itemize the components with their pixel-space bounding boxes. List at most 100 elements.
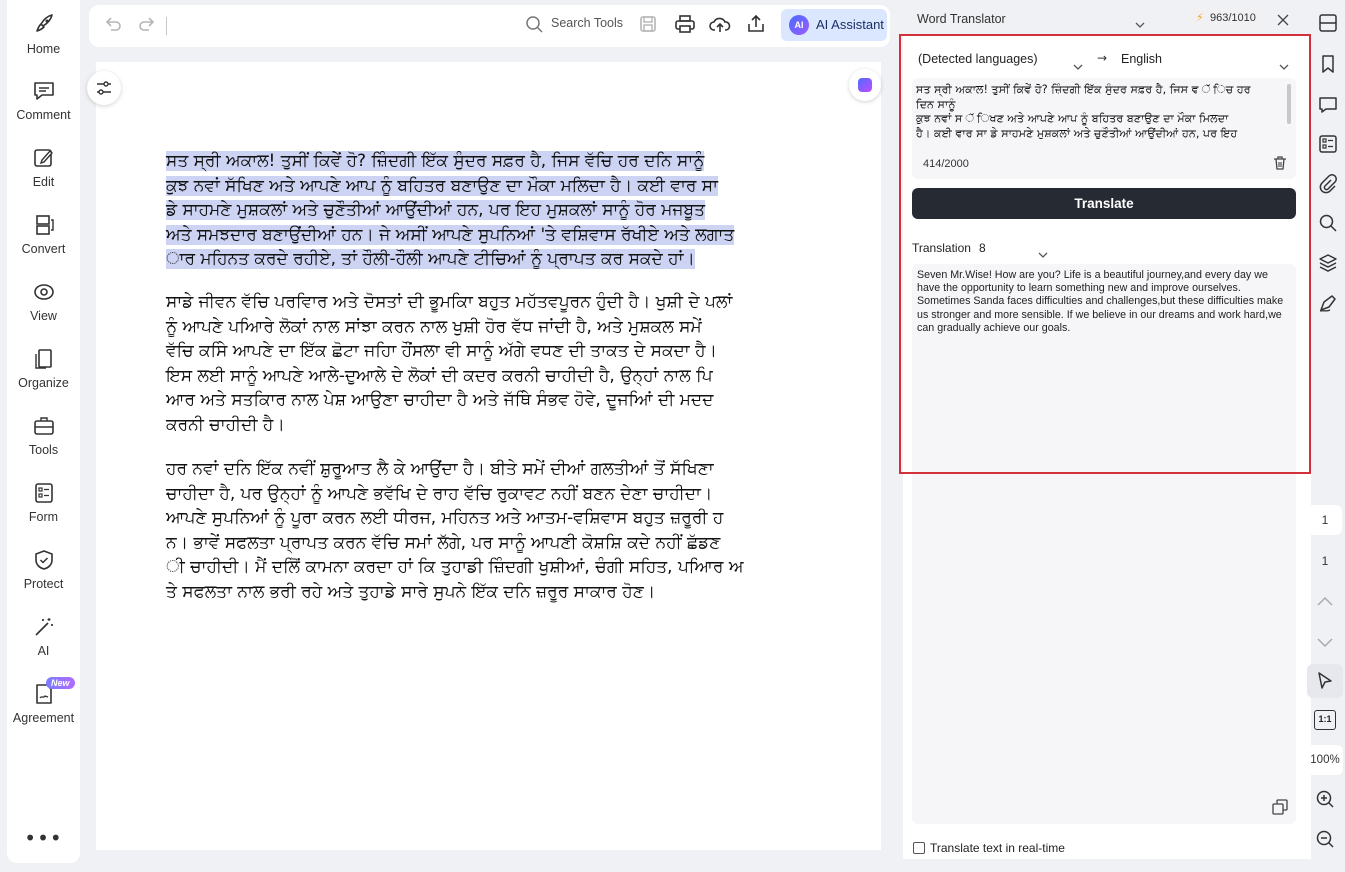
toolbox-icon — [33, 417, 54, 435]
print-icon[interactable] — [674, 14, 696, 38]
filter-settings-button[interactable] — [87, 71, 121, 105]
nav-tools[interactable]: Tools — [7, 415, 80, 457]
top-toolbar: Search Tools AI AI Assistant — [89, 5, 890, 47]
paragraph-1-text: ਸਤ ਸ੍ਰੀ ਅਕਾਲ! ਤੁਸੀਂ ਕਿਵੇਂ ਹੋ? ਜ਼ਿੰਦਗੀ ਇੱ… — [166, 151, 735, 269]
comment-panel-icon[interactable] — [1315, 92, 1341, 118]
zoom-level[interactable]: 100% — [1307, 745, 1343, 775]
close-icon[interactable] — [1277, 11, 1289, 30]
eye-icon — [33, 284, 54, 300]
rocket-icon — [35, 14, 53, 32]
edit-icon — [33, 149, 53, 167]
translation-option-chevron-icon[interactable] — [1038, 244, 1048, 263]
bookmark-icon[interactable] — [1315, 51, 1341, 77]
source-text-box[interactable]: ਸਤ ਸ੍ਰੀ ਅਕਾਲ! ਤੁਸੀਂ ਕਿਵੇਂ ਹੋ? ਜ਼ਿੰਦਗੀ ਇੱ… — [912, 78, 1296, 179]
current-page-input[interactable]: 1 — [1308, 505, 1342, 535]
ai-assistant-icon: AI — [789, 15, 809, 35]
paragraph-1-highlighted[interactable]: ਸਤ ਸ੍ਰੀ ਅਕਾਲ! ਤੁਸੀਂ ਕਿਵੇਂ ਹੋ? ਜ਼ਿੰਦਗੀ ਇੱ… — [166, 149, 832, 272]
target-language-chevron-icon[interactable] — [1279, 56, 1289, 75]
select-tool-button[interactable] — [1307, 664, 1343, 698]
translation-option-select[interactable]: 8 — [979, 241, 986, 255]
save-icon[interactable] — [638, 14, 658, 38]
ai-assistant-button[interactable]: AI AI Assistant — [781, 9, 887, 41]
nav-form[interactable]: Form — [7, 482, 80, 524]
zoom-in-icon[interactable] — [1315, 789, 1335, 813]
more-options-icon[interactable]: ••• — [7, 826, 80, 850]
convert-icon — [35, 215, 54, 235]
realtime-toggle[interactable]: Translate text in real-time — [913, 841, 1065, 855]
page-up-icon[interactable] — [1316, 592, 1334, 611]
trash-icon[interactable] — [1272, 155, 1288, 175]
nav-ai-label: AI — [37, 644, 50, 658]
translation-label: Translation — [912, 241, 971, 255]
cursor-icon — [1318, 672, 1332, 689]
source-scrollbar[interactable] — [1287, 84, 1291, 124]
nav-organize-label: Organize — [18, 376, 69, 390]
toolbar-divider — [166, 17, 167, 35]
nav-edit-label: Edit — [32, 175, 55, 189]
nav-ai[interactable]: AI — [7, 616, 80, 658]
credits-badge: ⚡ 963/1010 — [1188, 8, 1267, 30]
redo-icon[interactable] — [137, 14, 157, 38]
nav-comment[interactable]: Comment — [7, 80, 80, 122]
nav-organize[interactable]: Organize — [7, 348, 80, 390]
nav-home-label: Home — [26, 42, 61, 56]
translation-text: Seven Mr.Wise! How are you? Life is a be… — [917, 269, 1284, 334]
zoom-out-icon[interactable] — [1315, 829, 1335, 853]
copy-icon[interactable] — [1272, 799, 1288, 819]
document-page: ਸਤ ਸ੍ਰੀ ਅਕਾਲ! ਤੁਸੀਂ ਕਿਵੇਂ ਹੋ? ਜ਼ਿੰਦਗੀ ਇੱ… — [87, 62, 881, 850]
nav-view-label: View — [30, 309, 57, 323]
nav-convert[interactable]: Convert — [7, 214, 80, 256]
ai-assistant-label: AI Assistant — [816, 17, 884, 32]
source-text[interactable]: ਸਤ ਸ੍ਰੀ ਅਕਾਲ! ਤੁਸੀਂ ਕਿਵੇਂ ਹੋ? ਜ਼ਿੰਦਗੀ ਇੱ… — [916, 83, 1276, 147]
search-panel-icon[interactable] — [1315, 210, 1341, 236]
new-badge: New — [46, 677, 75, 689]
comment-icon — [33, 82, 54, 100]
lightning-icon: ⚡ — [1196, 11, 1204, 24]
panel-tool-select[interactable]: Word Translator — [917, 12, 1006, 26]
nav-edit[interactable]: Edit — [7, 147, 80, 189]
ai-sparkle-icon — [858, 78, 872, 92]
shield-icon — [34, 550, 53, 570]
paragraph-3[interactable]: ਹਰ ਨਵਾਂ ਦਨਿ ਇੱਕ ਨਵੀਂ ਸ਼ੁਰੂਆਤ ਲੈ ਕੇ ਆਉਂਦਾ… — [166, 457, 832, 604]
undo-icon[interactable] — [103, 14, 123, 38]
character-count: 414/2000 — [923, 158, 969, 170]
credits-count: 963/1010 — [1210, 12, 1256, 24]
nav-protect[interactable]: Protect — [7, 549, 80, 591]
document-ai-button[interactable] — [849, 69, 881, 101]
nav-form-label: Form — [28, 510, 59, 524]
translate-button[interactable]: Translate — [912, 188, 1296, 219]
realtime-checkbox[interactable] — [913, 842, 925, 854]
cloud-upload-icon[interactable] — [709, 14, 731, 38]
chevron-down-icon[interactable] — [1135, 14, 1145, 33]
form-icon — [34, 483, 53, 503]
nav-comment-label: Comment — [16, 108, 71, 122]
layers-icon[interactable] — [1315, 250, 1341, 276]
source-language-chevron-icon[interactable] — [1073, 56, 1083, 75]
nav-home[interactable]: Home — [7, 12, 80, 56]
organize-icon — [34, 349, 52, 369]
target-language-select[interactable]: English — [1121, 52, 1162, 66]
search-tools-label[interactable]: Search Tools — [551, 16, 623, 30]
translation-output-box: Seven Mr.Wise! How are you? Life is a be… — [912, 264, 1296, 824]
magic-wand-icon — [34, 618, 53, 636]
nav-convert-label: Convert — [21, 242, 66, 256]
nav-view[interactable]: View — [7, 281, 80, 323]
actual-size-button[interactable]: 1:1 — [1314, 710, 1336, 730]
total-pages: 1 — [1321, 554, 1329, 568]
nav-agreement[interactable]: New Agreement — [7, 677, 80, 725]
sliders-icon — [97, 81, 111, 95]
checklist-icon[interactable] — [1315, 131, 1341, 157]
nav-tools-label: Tools — [28, 443, 59, 457]
search-icon[interactable] — [525, 15, 545, 39]
left-navigation: Home Comment Edit Convert View Organize … — [7, 0, 80, 863]
attachment-icon[interactable] — [1315, 171, 1341, 197]
layout-icon[interactable] — [1315, 10, 1341, 36]
signature-icon[interactable] — [1315, 290, 1341, 316]
nav-protect-label: Protect — [23, 577, 64, 591]
realtime-label: Translate text in real-time — [930, 841, 1065, 855]
page-down-icon[interactable] — [1316, 634, 1334, 653]
source-language-select[interactable]: (Detected languages) — [918, 52, 1038, 66]
share-icon[interactable] — [746, 14, 766, 38]
paragraph-2[interactable]: ਸਾਡੇ ਜੀਵਨ ਵੱਚਿ ਪਰਵਿਾਰ ਅਤੇ ਦੋਸਤਾਂ ਦੀ ਭੂਮਕ… — [166, 290, 832, 437]
nav-agreement-label: Agreement — [12, 711, 75, 725]
